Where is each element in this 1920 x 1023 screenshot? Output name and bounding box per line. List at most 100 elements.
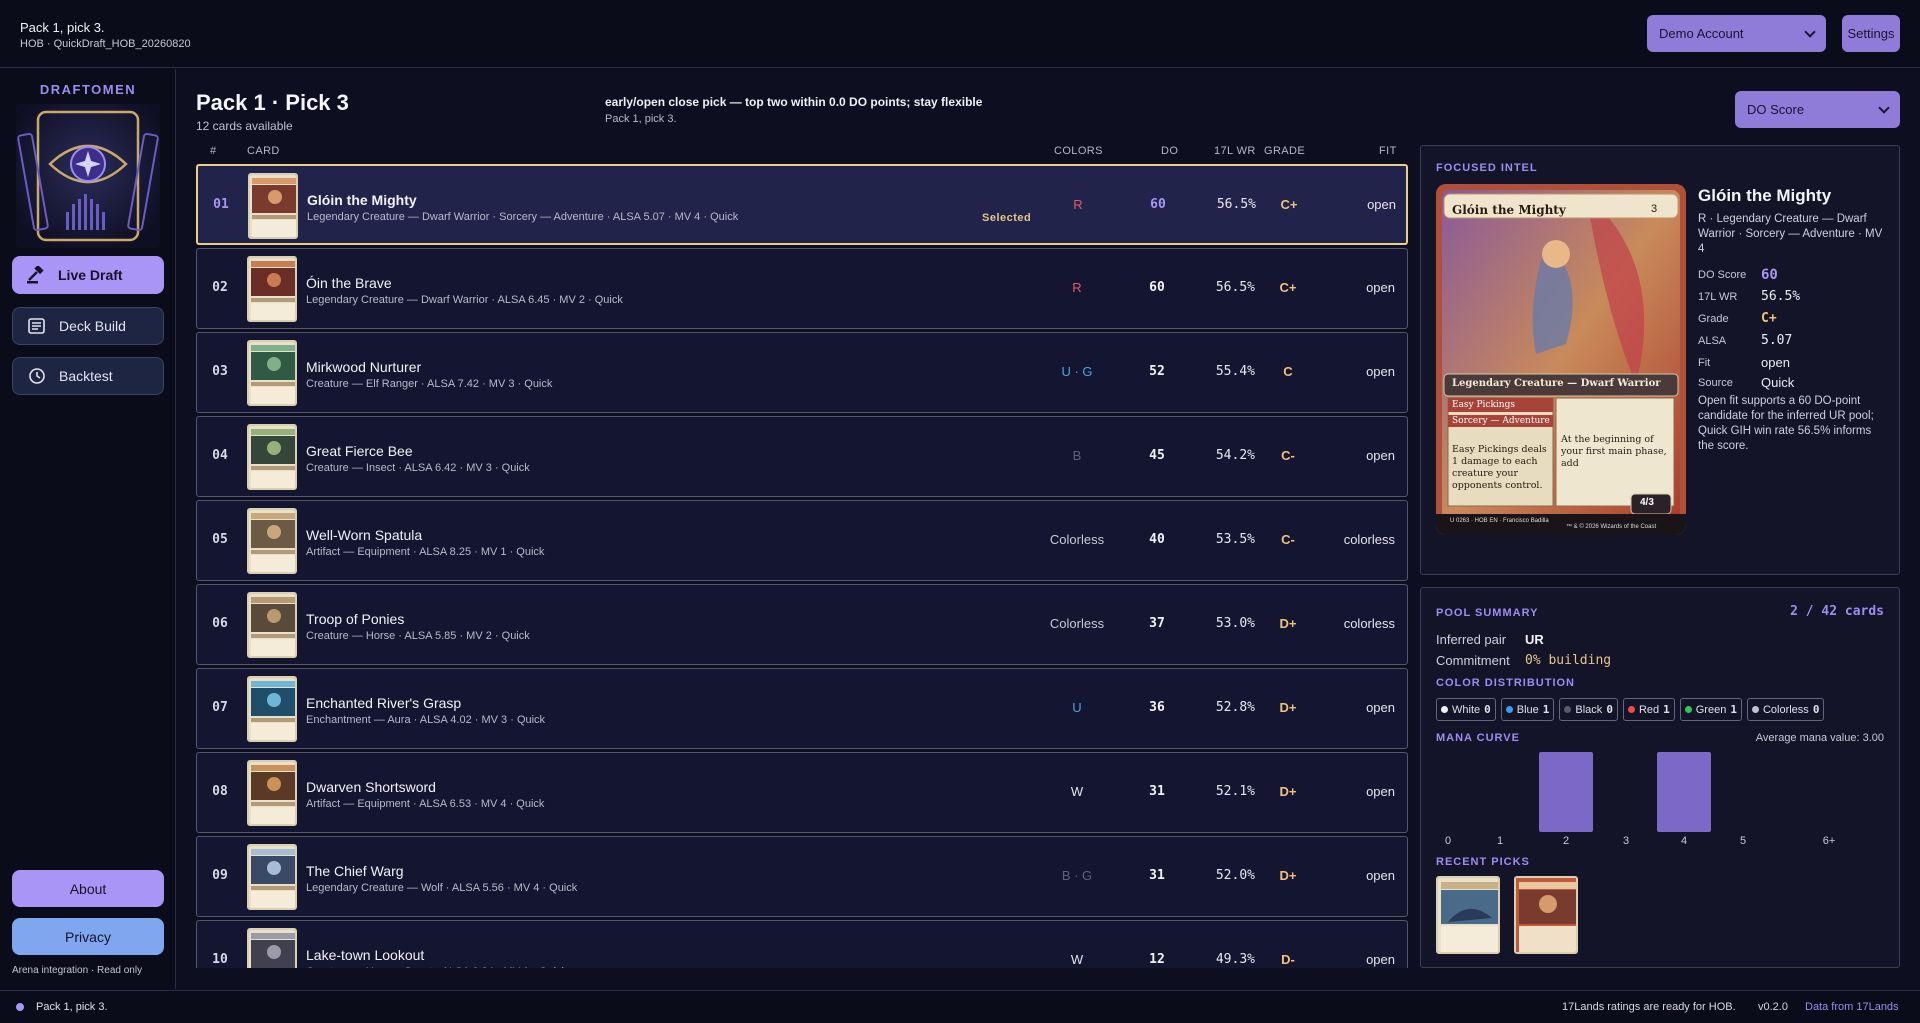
card-grade: D+	[1279, 784, 1297, 799]
card-win-rate: 53.0%	[1215, 616, 1255, 631]
card-row[interactable]: 02 Óin the Brave Legendary Creature — Dwar…	[196, 248, 1408, 329]
nav-live-draft[interactable]: Live Draft	[12, 256, 164, 294]
cards-available: 12 cards available	[196, 119, 293, 133]
card-row[interactable]: 10 Lake-town Lookout Creature — Human Scou…	[196, 920, 1408, 968]
page-title: Pack 1 · Pick 3	[196, 90, 349, 115]
card-thumbnail	[247, 592, 297, 658]
card-do-score: 37	[1149, 616, 1165, 631]
color-chip: Black 0	[1559, 698, 1618, 721]
intel-stat-value: 5.07	[1761, 333, 1793, 348]
color-dot-icon	[1441, 706, 1448, 713]
card-art-rules-text: At the beginning of your first main phas…	[1561, 434, 1667, 469]
color-dot-icon	[1564, 706, 1572, 713]
color-chip-label: Black	[1575, 703, 1603, 716]
card-details: Creature — Insect · ALSA 6.42 · MV 3 · Q…	[306, 462, 530, 474]
card-win-rate: 56.5%	[1215, 280, 1255, 295]
color-distribution-heading: COLOR DISTRIBUTION	[1436, 677, 1575, 689]
mana-curve-tick-label: 2	[1562, 835, 1570, 847]
card-row[interactable]: 01 Glóin the Mighty Legendary Creature — D…	[196, 164, 1408, 245]
card-colors: W	[1070, 952, 1084, 967]
arena-integration-note: Arena integration · Read only	[12, 965, 143, 976]
card-row[interactable]: 03 Mirkwood Nurturer Creature — Elf Ranger…	[196, 332, 1408, 413]
color-chip: White 0	[1436, 698, 1496, 721]
card-win-rate: 49.3%	[1215, 952, 1255, 967]
card-art-adventure-type: Sorcery — Adventure	[1452, 416, 1550, 426]
col-header-grade: GRADE	[1264, 145, 1306, 157]
card-row[interactable]: 04 Great Fierce Bee Creature — Insect · AL…	[196, 416, 1408, 497]
nav-backtest[interactable]: Backtest	[12, 357, 164, 395]
card-thumbnail	[248, 173, 298, 239]
about-button[interactable]: About	[12, 870, 164, 907]
col-header-card: CARD	[247, 145, 280, 157]
nav-backtest-label: Backtest	[59, 368, 113, 384]
card-do-score: 60	[1149, 280, 1165, 295]
mana-curve-tick-label: 1	[1496, 835, 1504, 847]
card-name: Dwarven Shortsword	[306, 779, 436, 795]
color-chip-label: Green	[1695, 703, 1727, 716]
card-row[interactable]: 06 Troop of Ponies Creature — Horse · ALSA…	[196, 584, 1408, 665]
mana-curve-tick-label: 3	[1622, 835, 1630, 847]
col-header-fit: FIT	[1379, 145, 1397, 157]
card-fit: open	[1367, 197, 1396, 212]
card-details: Artifact — Equipment · ALSA 6.53 · MV 4 …	[306, 798, 545, 810]
color-chip: Blue 1	[1500, 698, 1555, 721]
card-grade: C+	[1280, 197, 1298, 212]
card-do-score: 36	[1149, 700, 1165, 715]
card-name: Mirkwood Nurturer	[306, 359, 422, 375]
top-bar: Pack 1, pick 3. HOB · QuickDraft_HOB_202…	[0, 0, 1920, 68]
card-row[interactable]: 09 The Chief Warg Legendary Creature — Wol…	[196, 836, 1408, 917]
card-index: 04	[212, 448, 228, 463]
color-chip-count: 0	[1812, 703, 1820, 716]
nav-deck-build[interactable]: Deck Build	[12, 307, 164, 345]
focused-card-description: Open fit supports a 60 DO-point candidat…	[1698, 395, 1874, 452]
intel-stat-label: Source	[1698, 377, 1733, 389]
card-row[interactable]: 08 Dwarven Shortsword Artifact — Equipment…	[196, 752, 1408, 833]
recent-picks-heading: RECENT PICKS	[1436, 856, 1530, 868]
card-index: 03	[212, 364, 228, 379]
mana-curve-average: Average mana value: 3.00	[1755, 732, 1884, 744]
inferred-pair-label: Inferred pair	[1436, 632, 1507, 647]
nav-live-draft-label: Live Draft	[58, 267, 123, 283]
card-fit: open	[1366, 784, 1395, 799]
card-colors: R	[1072, 280, 1082, 295]
intel-stat-value: 56.5%	[1761, 289, 1801, 304]
color-chip-count: 1	[1730, 703, 1737, 716]
card-details: Creature — Elf Ranger · ALSA 7.42 · MV 3…	[306, 378, 553, 390]
card-thumbnail	[247, 676, 297, 742]
card-thumbnail	[247, 844, 297, 910]
card-thumbnail	[247, 508, 297, 574]
chevron-down-icon	[1878, 101, 1890, 114]
card-thumbnail	[247, 760, 297, 826]
card-index: 07	[212, 700, 228, 715]
data-source-link[interactable]: Data from 17Lands	[1805, 1001, 1899, 1013]
sort-select[interactable]: DO Score	[1735, 91, 1900, 128]
card-thumbnail	[247, 928, 297, 968]
card-row[interactable]: 05 Well-Worn Spatula Artifact — Equipment …	[196, 500, 1408, 581]
intel-stat-value: 60	[1761, 267, 1778, 283]
deck-icon	[28, 318, 45, 334]
card-colors: Colorless	[1049, 616, 1105, 631]
clock-icon	[29, 368, 45, 384]
focused-card-type: R · Legendary Creature — Dwarf Warrior ·…	[1698, 213, 1883, 255]
recent-pick-card[interactable]	[1436, 876, 1500, 954]
status-bar: Pack 1, pick 3. 17Lands ratings are read…	[0, 990, 1920, 1023]
card-thumbnail	[247, 424, 297, 490]
card-index: 01	[213, 197, 229, 212]
account-select[interactable]: Demo Account	[1647, 15, 1826, 52]
card-art-adventure-name: Easy Pickings	[1452, 400, 1515, 410]
color-distribution: White 0 Blue 1 Black 0 Red 1 Green 1 Colorless 0	[1436, 698, 1825, 721]
color-chip-label: White	[1452, 703, 1481, 716]
intel-stat-label: ALSA	[1698, 335, 1727, 347]
intel-stat-label: DO Score	[1698, 269, 1747, 281]
card-grade: C	[1283, 364, 1293, 379]
card-grade: D+	[1279, 616, 1297, 631]
color-chip-count: 1	[1663, 703, 1670, 716]
mana-curve-bar	[1539, 752, 1593, 832]
privacy-button[interactable]: Privacy	[12, 918, 164, 955]
card-grade: C+	[1279, 280, 1297, 295]
settings-button[interactable]: Settings	[1842, 15, 1900, 52]
recent-pick-card[interactable]	[1514, 876, 1578, 954]
card-art-power-toughness: 4/3	[1640, 497, 1654, 508]
card-row[interactable]: 07 Enchanted River's Grasp Enchantment — A…	[196, 668, 1408, 749]
intel-stat-label: 17L WR	[1698, 291, 1738, 303]
